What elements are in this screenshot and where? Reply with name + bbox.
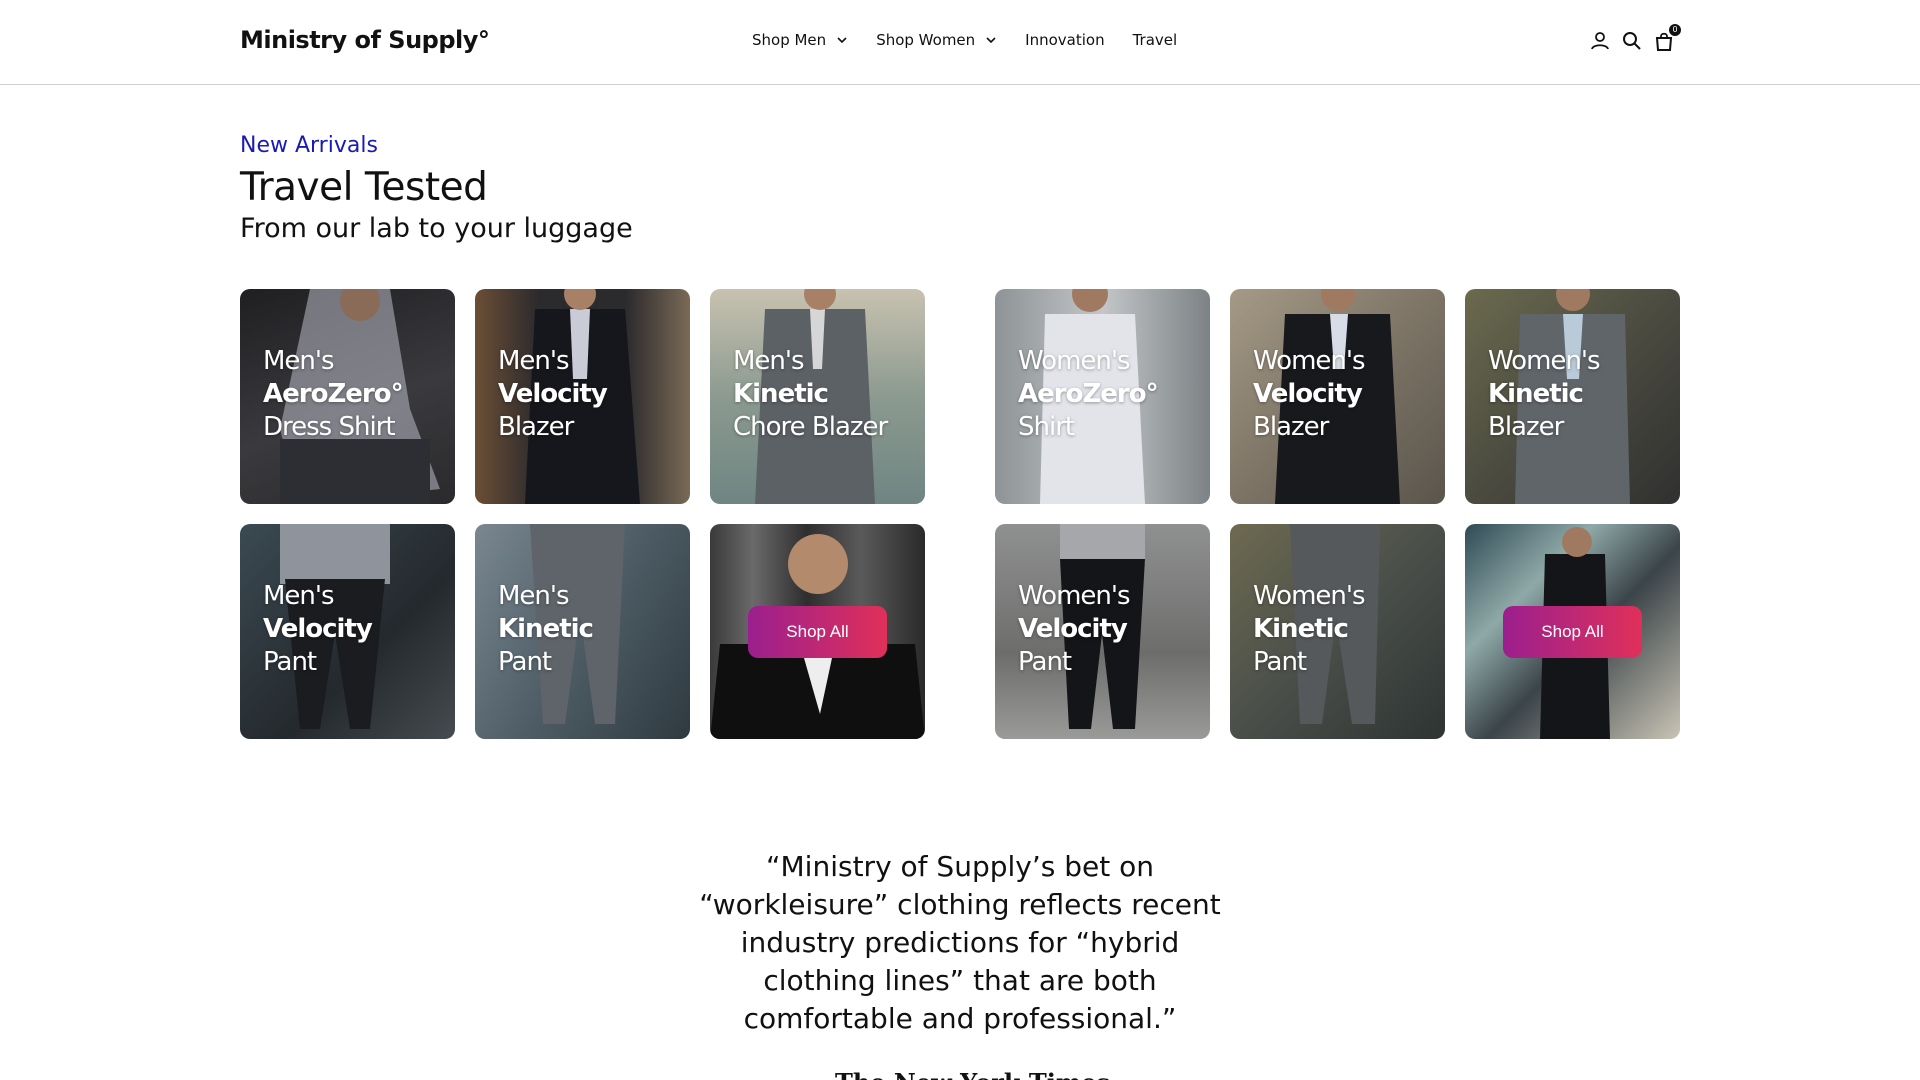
- shop-all-women-button[interactable]: Shop All: [1503, 606, 1642, 658]
- tile-label: Men's Kinetic Pant: [498, 581, 594, 677]
- nav-travel[interactable]: Travel: [1133, 31, 1178, 49]
- tile-label: Women's Kinetic Pant: [1253, 581, 1366, 677]
- tile-label: Women's Kinetic Blazer: [1488, 346, 1601, 442]
- product-tile-mens-aerozero-dress-shirt[interactable]: Men's AeroZero° Dress Shirt: [240, 289, 455, 504]
- tile-label: Men's Velocity Pant: [263, 581, 373, 677]
- tile-label: Women's Velocity Pant: [1018, 581, 1131, 677]
- product-tile-womens-velocity-pant[interactable]: Women's Velocity Pant: [995, 524, 1210, 739]
- cart-button[interactable]: 0: [1653, 24, 1681, 52]
- cart-count-badge: 0: [1669, 24, 1681, 36]
- account-icon[interactable]: [1589, 30, 1611, 52]
- tile-label: Women's Velocity Blazer: [1253, 346, 1366, 442]
- nav-shop-men-label: Shop Men: [752, 31, 827, 49]
- product-tile-mens-velocity-pant[interactable]: Men's Velocity Pant: [240, 524, 455, 739]
- tile-label: Women's AeroZero° Shirt: [1018, 346, 1159, 442]
- nav-innovation[interactable]: Innovation: [1025, 31, 1104, 49]
- chevron-down-icon: [837, 37, 847, 44]
- press-logo: The New York Times: [835, 1068, 1110, 1080]
- nav-innovation-label: Innovation: [1025, 31, 1105, 49]
- chevron-down-icon: [986, 37, 996, 44]
- nav-travel-label: Travel: [1132, 31, 1178, 49]
- shop-all-men-button[interactable]: Shop All: [748, 606, 887, 658]
- product-tile-womens-kinetic-blazer[interactable]: Women's Kinetic Blazer: [1465, 289, 1680, 504]
- product-tile-mens-kinetic-pant[interactable]: Men's Kinetic Pant: [475, 524, 690, 739]
- section-title: Travel Tested: [240, 165, 488, 210]
- press-quote: “Ministry of Supply’s bet on “workleisur…: [699, 850, 1221, 1035]
- nav-shop-women[interactable]: Shop Women: [876, 31, 997, 49]
- product-tile-womens-aerozero-shirt[interactable]: Women's AeroZero° Shirt: [995, 289, 1210, 504]
- tile-label: Men's Kinetic Chore Blazer: [733, 346, 888, 442]
- tile-label: Men's AeroZero° Dress Shirt: [263, 346, 404, 442]
- shop-all-women-tile: Shop All: [1465, 524, 1680, 739]
- section-eyebrow: New Arrivals: [240, 133, 378, 158]
- search-icon[interactable]: [1621, 30, 1643, 52]
- nav-shop-men[interactable]: Shop Men: [752, 31, 848, 49]
- nav-shop-women-label: Shop Women: [876, 31, 976, 49]
- product-tile-mens-velocity-blazer[interactable]: Men's Velocity Blazer: [475, 289, 690, 504]
- site-logo[interactable]: Ministry of Supply°: [240, 26, 490, 54]
- section-subtitle: From our lab to your luggage: [240, 213, 633, 244]
- main-nav: Shop Men Shop Women Innovation Travel: [752, 31, 1205, 49]
- product-tile-mens-kinetic-chore-blazer[interactable]: Men's Kinetic Chore Blazer: [710, 289, 925, 504]
- product-tile-womens-kinetic-pant[interactable]: Women's Kinetic Pant: [1230, 524, 1445, 739]
- shop-all-men-tile: Shop All: [710, 524, 925, 739]
- site-header: Ministry of Supply° Shop Men Shop Women …: [0, 0, 1920, 85]
- header-actions: 0: [1589, 24, 1685, 52]
- product-tile-womens-velocity-blazer[interactable]: Women's Velocity Blazer: [1230, 289, 1445, 504]
- tile-label: Men's Velocity Blazer: [498, 346, 608, 442]
